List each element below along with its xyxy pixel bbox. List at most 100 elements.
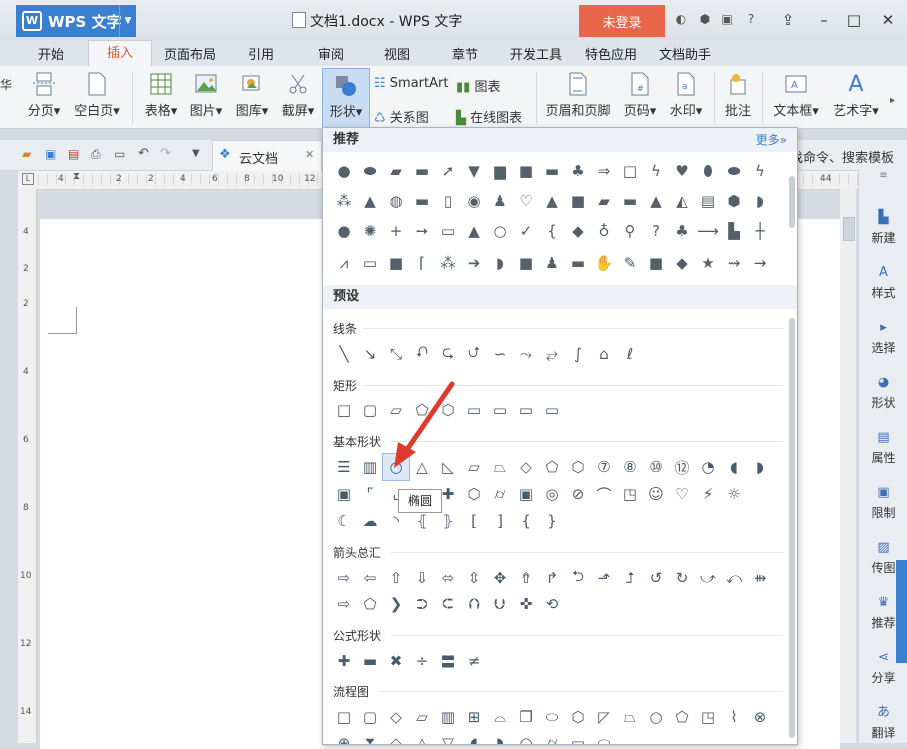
shape-arrow-bold[interactable]: ➔: [461, 250, 487, 276]
shape-flow-manual-input[interactable]: ◸: [591, 704, 617, 730]
shape-cube[interactable]: ▣: [513, 481, 539, 507]
shape-down-arrow[interactable]: ⇩: [409, 565, 435, 591]
shape-book[interactable]: ▤: [695, 188, 721, 214]
shape-factory[interactable]: ▙: [721, 218, 747, 244]
shape-flow-terminator[interactable]: ⬭: [539, 704, 565, 730]
shape-heart-outline[interactable]: ♡: [513, 188, 539, 214]
shape-freeform[interactable]: ⌂: [591, 341, 617, 367]
shape-leaf[interactable]: ◗: [487, 250, 513, 276]
shape-heart-basic[interactable]: ⚡: [695, 481, 721, 507]
shape-flow-data[interactable]: ▱: [409, 704, 435, 730]
shape-person[interactable]: ♟: [487, 188, 513, 214]
shape-u-turn-arrow[interactable]: ⮌: [565, 565, 591, 591]
shape-up-arrow-callout[interactable]: ⮉: [461, 591, 487, 617]
shape-star[interactable]: ★: [695, 250, 721, 276]
shape-flow-alt-process[interactable]: ▢: [357, 704, 383, 730]
tab-developer[interactable]: 开发工具: [510, 44, 562, 63]
shape-corner[interactable]: ⌈: [409, 250, 435, 276]
shape-lightning-bolt[interactable]: ☼: [721, 481, 747, 507]
shape-oval-callout[interactable]: ⬬: [357, 158, 383, 184]
blank-page-button[interactable]: 空白页▾: [70, 72, 124, 119]
shape-divide-sign[interactable]: ÷: [409, 648, 435, 674]
shape-quad-arrow[interactable]: ✥: [487, 565, 513, 591]
shape-person-add[interactable]: ♟: [539, 250, 565, 276]
shape-flow-manual-operation[interactable]: ⏢: [617, 704, 643, 730]
shape-not-equal-sign[interactable]: ≠: [461, 648, 487, 674]
shape-folded-corner[interactable]: ☺: [643, 481, 669, 507]
shape-left-brace[interactable]: {: [513, 508, 539, 534]
preset-scrollbar[interactable]: [789, 318, 795, 738]
shape-people-2[interactable]: ⁂: [435, 250, 461, 276]
panel-select[interactable]: ▸ 选择: [859, 320, 907, 356]
online-chart-button[interactable]: ▙ 在线图表: [456, 107, 522, 126]
shape-cross-line[interactable]: ┼: [747, 218, 773, 244]
panel-property[interactable]: ▤ 属性: [859, 430, 907, 466]
feedback-icon[interactable]: ▣: [720, 12, 734, 26]
screenshot-button[interactable]: 截屏▾: [278, 72, 318, 119]
shape-double-arrow-line[interactable]: ⤡: [383, 341, 409, 367]
outer-scroll-indicator[interactable]: [896, 560, 907, 663]
shape-chevron[interactable]: ❯: [383, 591, 409, 617]
shape-can[interactable]: ⌭: [487, 481, 513, 507]
textbox-button[interactable]: A 文本框▾: [770, 72, 822, 119]
app-menu-button[interactable]: W WPS 文字 ▼: [16, 5, 136, 37]
header-footer-button[interactable]: 页眉和页脚: [544, 72, 612, 119]
shape-heptagon[interactable]: ⑦: [591, 454, 617, 480]
close-tab-icon[interactable]: ✕: [305, 148, 314, 161]
indent-marker-icon[interactable]: ⧗: [73, 171, 80, 182]
shape-ring[interactable]: ◉: [461, 188, 487, 214]
shape-parallelogram-outline[interactable]: ▱: [461, 454, 487, 480]
shape-heart[interactable]: ♥: [669, 158, 695, 184]
shape-rect-flat[interactable]: ▬: [565, 250, 591, 276]
shape-flow-connector[interactable]: ○: [643, 704, 669, 730]
tab-reference[interactable]: 引用: [248, 44, 274, 63]
cloud-doc-tab[interactable]: ❖ 云文档 ✕: [212, 140, 322, 171]
shape-decagon[interactable]: ⑩: [643, 454, 669, 480]
shape-arrow-flat[interactable]: ➙: [409, 218, 435, 244]
tab-insert[interactable]: 插入: [88, 40, 152, 67]
page-number-button[interactable]: # 页码▾: [620, 72, 660, 119]
shape-arrow-long[interactable]: ⟶: [695, 218, 721, 244]
shape-flow-summing[interactable]: ⊗: [747, 704, 773, 730]
shape-teardrop[interactable]: ◗: [747, 454, 773, 480]
shape-flow-internal-storage[interactable]: ⊞: [461, 704, 487, 730]
comment-button[interactable]: 批注: [720, 72, 756, 119]
shape-round-same-side[interactable]: ▭: [513, 397, 539, 423]
shape-laptop[interactable]: ▭: [357, 250, 383, 276]
shape-parallelogram[interactable]: ▰: [591, 188, 617, 214]
shape-elbow-connector[interactable]: ⮏: [409, 341, 435, 367]
maximize-icon[interactable]: □: [844, 10, 864, 30]
shape-pin[interactable]: ⬮: [695, 158, 721, 184]
panel-toggle-icon[interactable]: ≡: [859, 170, 907, 186]
shape-notched-right-arrow[interactable]: ⇨: [331, 591, 357, 617]
shape-pentagon-arrow-outline[interactable]: ⬠: [357, 591, 383, 617]
shape-right-arrow-callout[interactable]: ⮊: [409, 591, 435, 617]
shape-bevel[interactable]: ◎: [539, 481, 565, 507]
shape-location-pin[interactable]: ⚲: [617, 218, 643, 244]
shape-flow-multidocument[interactable]: ❐: [513, 704, 539, 730]
shape-text-box[interactable]: ☰: [331, 454, 357, 480]
tab-special[interactable]: 特色应用: [585, 44, 637, 63]
shape-curved-arrow[interactable]: ⤳: [513, 341, 539, 367]
shape-crowd[interactable]: ⁂: [331, 188, 357, 214]
shape-curved-down-arrow[interactable]: ⤺: [721, 565, 747, 591]
shape-trapezoid[interactable]: ⏢: [487, 454, 513, 480]
shape-flow-decision[interactable]: ◇: [383, 704, 409, 730]
shape-globe[interactable]: ◍: [383, 188, 409, 214]
shape-circular-arrow[interactable]: ⟲: [539, 591, 565, 617]
shape-down-arrow-callout[interactable]: ⮋: [487, 591, 513, 617]
shape-speech-bubble[interactable]: ▼: [461, 158, 487, 184]
shape-arrow-right[interactable]: ⇒: [591, 158, 617, 184]
open-icon[interactable]: ▰: [22, 147, 31, 161]
shape-minus-sign[interactable]: ▬: [357, 648, 383, 674]
shape-arrow-line[interactable]: ↘: [357, 341, 383, 367]
shape-pentagon[interactable]: ⬠: [539, 454, 565, 480]
shape-triangle[interactable]: ▲: [357, 188, 383, 214]
shape-flow-punched-tape[interactable]: ⌇: [721, 704, 747, 730]
skin-icon[interactable]: ◐: [674, 12, 688, 26]
shape-elbow-arrow[interactable]: ⮎: [435, 341, 461, 367]
shape-moon[interactable]: ☾: [331, 508, 357, 534]
shape-flow-process[interactable]: □: [331, 704, 357, 730]
shape-rounded-sq-3[interactable]: ■: [643, 250, 669, 276]
shape-curved-double-arrow[interactable]: ⥂: [539, 341, 565, 367]
